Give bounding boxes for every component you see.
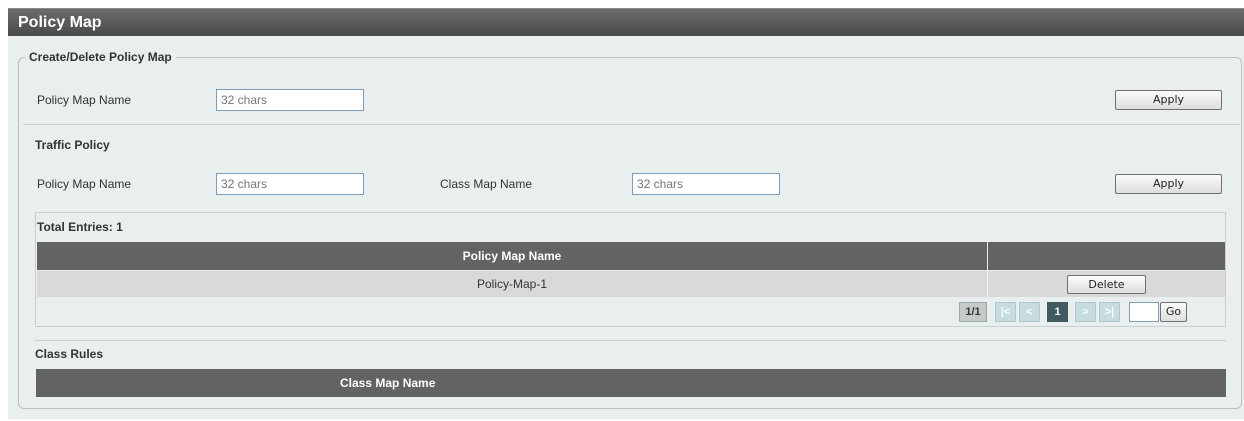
- policy-table: Total Entries: 1 Policy Map Name Policy-…: [35, 212, 1226, 327]
- traffic-policy-map-name-label: Policy Map Name: [37, 177, 132, 191]
- column-header-action: [988, 242, 1225, 270]
- create-policy-map-name-input[interactable]: [216, 89, 364, 111]
- traffic-policy-map-name-input[interactable]: [216, 173, 364, 195]
- policy-map-name-label: Policy Map Name: [37, 93, 132, 107]
- section-divider-2: [35, 340, 1226, 341]
- table-row-name: Policy-Map-1: [37, 271, 987, 297]
- traffic-policy-title: Traffic Policy: [35, 138, 110, 152]
- class-rules-title: Class Rules: [35, 347, 104, 361]
- main-panel: Create/Delete Policy Map Policy Map Name…: [8, 36, 1244, 419]
- section-divider: [23, 124, 1240, 125]
- delete-button[interactable]: Delete: [1067, 275, 1146, 294]
- create-apply-button[interactable]: Apply: [1115, 90, 1222, 110]
- go-button[interactable]: Go: [1160, 302, 1187, 322]
- class-map-name-label: Class Map Name: [440, 177, 533, 191]
- page-indicator: 1/1: [959, 302, 987, 322]
- last-page-button[interactable]: >|: [1099, 302, 1120, 322]
- column-header-policy-map-name: Policy Map Name: [37, 242, 987, 270]
- first-page-button[interactable]: |<: [995, 302, 1016, 322]
- page-title: Policy Map: [8, 8, 1244, 36]
- column-header-class-map-name: Class Map Name: [340, 376, 436, 390]
- class-map-name-input[interactable]: [632, 173, 780, 195]
- next-page-button[interactable]: >: [1075, 302, 1096, 322]
- create-delete-legend: Create/Delete Policy Map: [29, 50, 172, 64]
- prev-page-button[interactable]: <: [1019, 302, 1040, 322]
- table-row-action-cell: Delete: [988, 271, 1225, 297]
- class-rules-header: Class Map Name: [36, 369, 1226, 397]
- page-number-input[interactable]: [1129, 302, 1159, 322]
- current-page-button[interactable]: 1: [1047, 302, 1068, 322]
- traffic-apply-button[interactable]: Apply: [1115, 174, 1222, 194]
- total-entries: Total Entries: 1: [37, 220, 123, 234]
